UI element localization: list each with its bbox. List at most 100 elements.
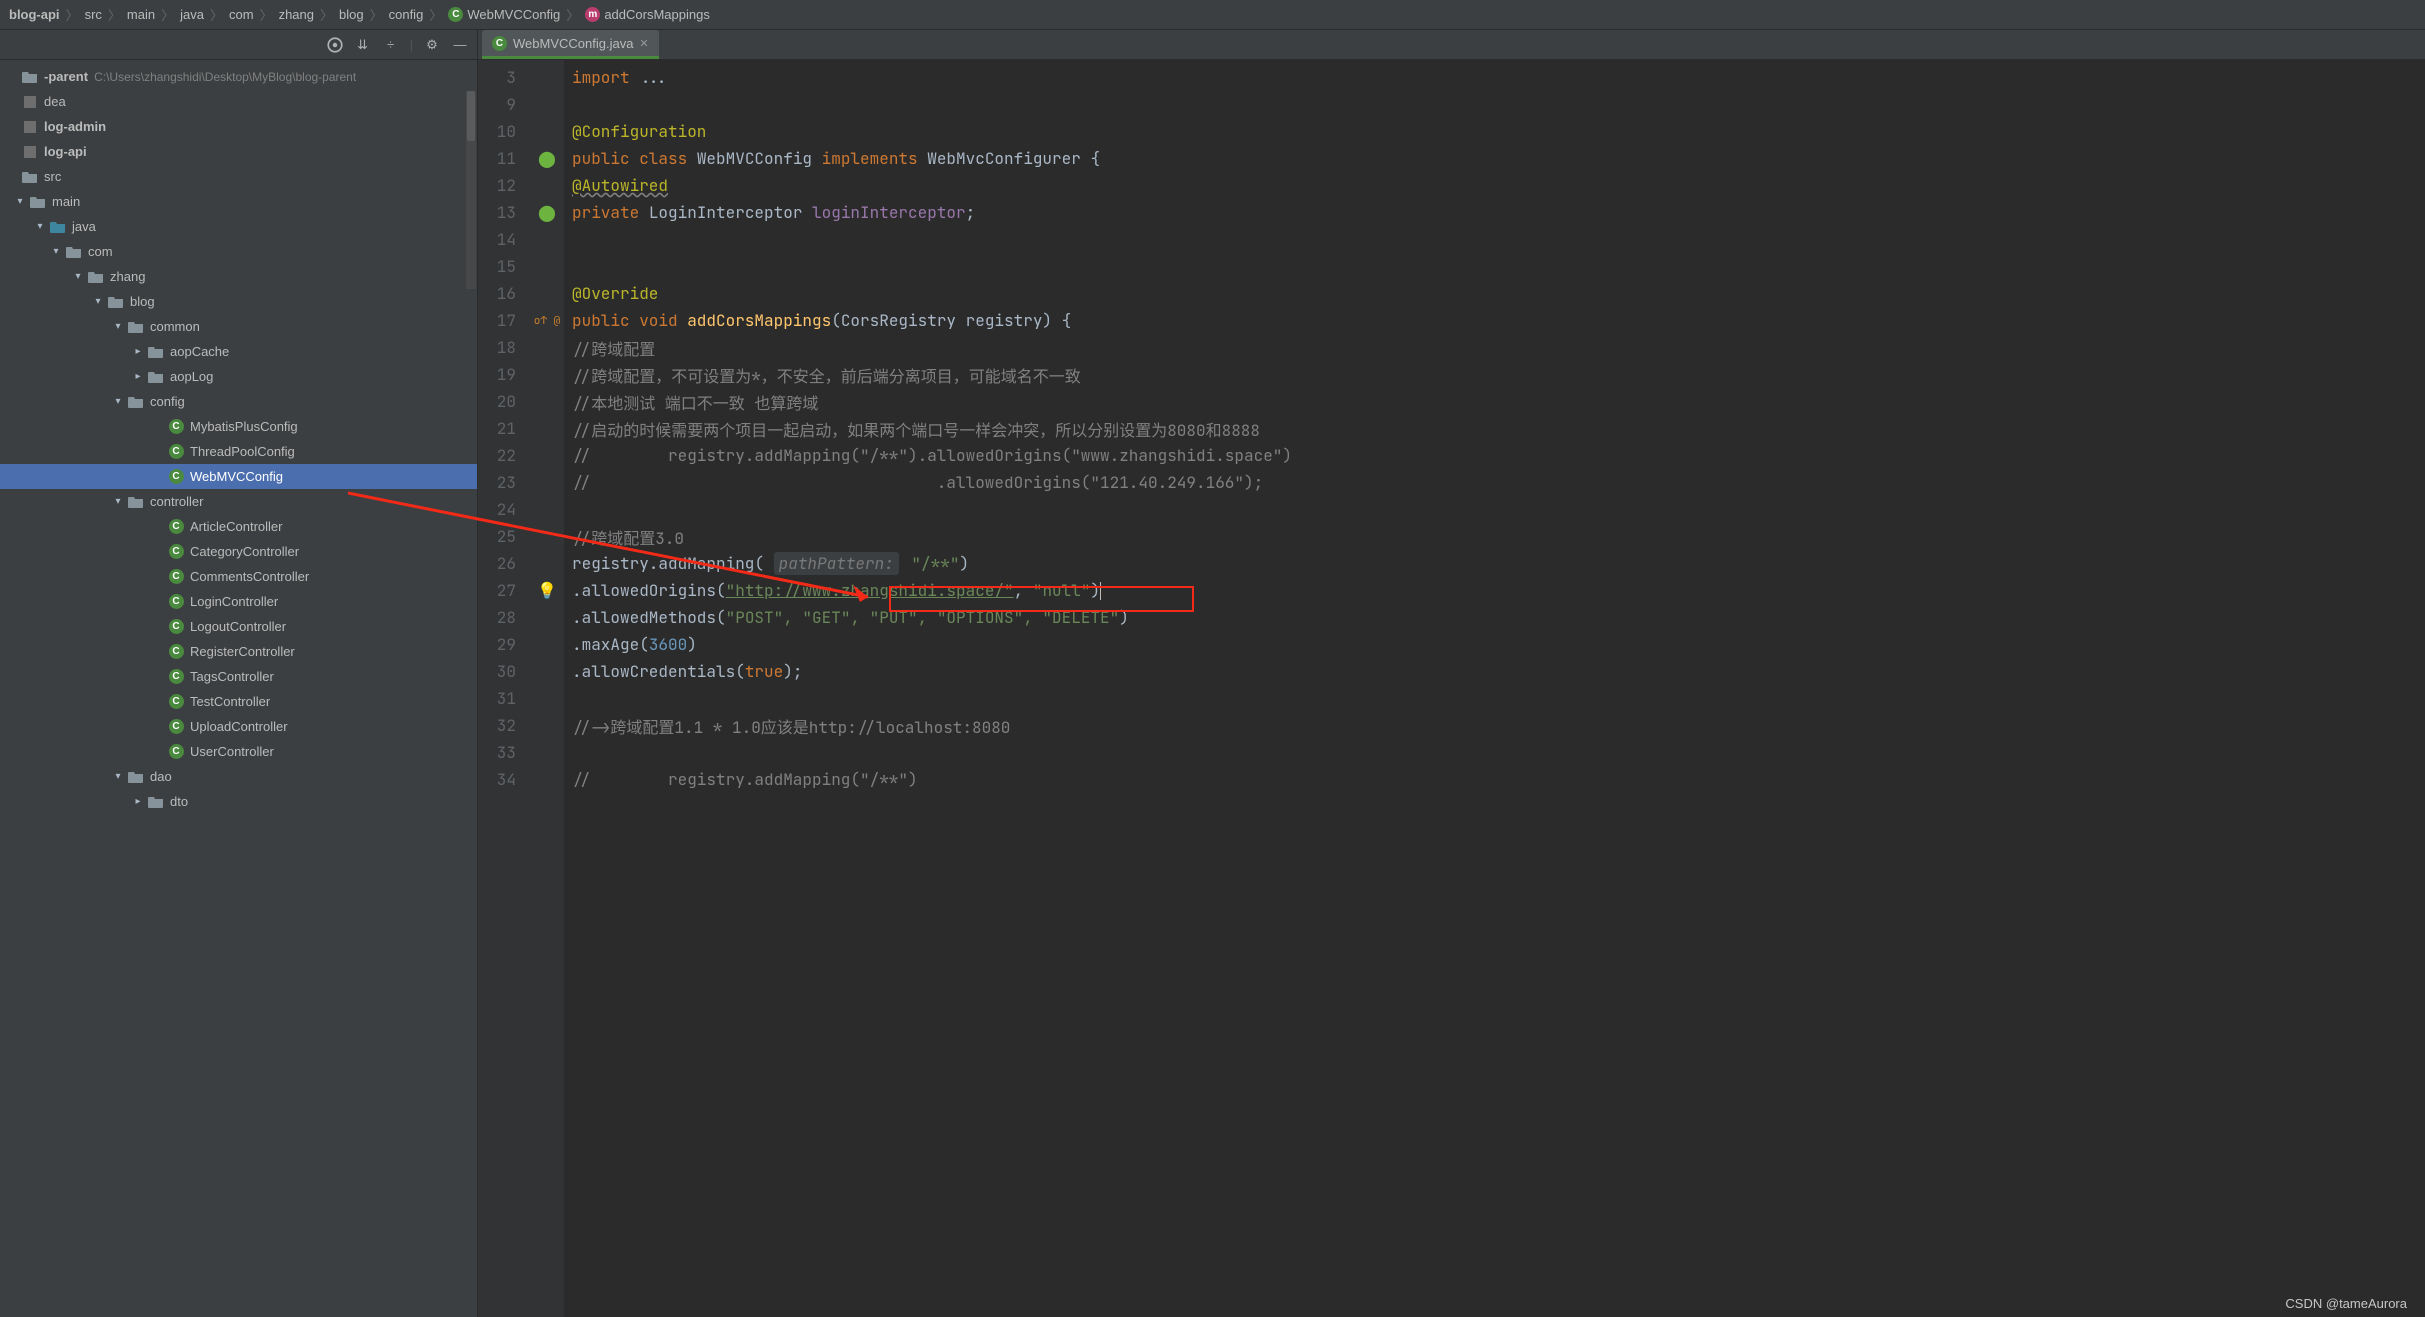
crumb[interactable]: blog-api [5,7,64,22]
tree-item[interactable]: CThreadPoolConfig [0,439,477,464]
code-line[interactable]: //启动的时候需要两个项目一起启动，如果两个端口号一样会冲突，所以分别设置为80… [572,415,2417,442]
code-line[interactable]: .allowCredentials(true); [572,658,2417,685]
crumb[interactable]: main [123,7,159,22]
expand-icon[interactable]: ⇊ [354,36,372,54]
gutter-blank [530,442,564,469]
tree-label: config [150,394,185,409]
tree-item[interactable]: ▾dao [0,764,477,789]
editor-tab[interactable]: C WebMVCConfig.java ✕ [482,30,659,59]
tree-item[interactable]: ▾java [0,214,477,239]
tree-item[interactable]: CLoginController [0,589,477,614]
tree-item[interactable]: CArticleController [0,514,477,539]
crumb-class[interactable]: CWebMVCConfig [444,7,564,22]
code-line[interactable]: registry.addMapping( pathPattern: "/**") [572,550,2417,577]
tree-item[interactable]: dea [0,89,477,114]
code-line[interactable]: // registry.addMapping("/**").allowedOri… [572,442,2417,469]
gutter-blank [530,496,564,523]
code-line[interactable]: public class WebMVCConfig implements Web… [572,145,2417,172]
gear-icon[interactable]: ⚙ [423,36,441,54]
tree-arrow-icon[interactable]: ▾ [14,196,26,207]
tree-item[interactable]: CUploadController [0,714,477,739]
code-line[interactable]: // registry.addMapping("/**") [572,766,2417,793]
editor-body[interactable]: 3910111213141516171819202122232425262728… [478,60,2425,1317]
code-line[interactable]: .allowedMethods("POST", "GET", "PUT", "O… [572,604,2417,631]
tree-item[interactable]: CCategoryController [0,539,477,564]
tree-item[interactable]: ▾ config [0,389,477,414]
crumb-method[interactable]: maddCorsMappings [581,7,714,22]
tree-item[interactable]: ▾zhang [0,264,477,289]
code-line[interactable] [572,739,2417,766]
code-line[interactable] [572,91,2417,118]
crumb[interactable]: config [385,7,428,22]
code-line[interactable]: @Override [572,280,2417,307]
tree-item[interactable]: ▾blog [0,289,477,314]
tree-item[interactable]: CUserController [0,739,477,764]
tree-item[interactable]: ▾com [0,239,477,264]
tree-label: aopLog [170,369,213,384]
tree-item[interactable]: src [0,164,477,189]
tree-arrow-icon[interactable]: ▾ [72,271,84,282]
scrollbar[interactable] [465,90,477,290]
folder-icon [128,319,144,335]
code-line[interactable]: //->跨域配置1.1 * 1.0应该是http://localhost:808… [572,712,2417,739]
tree-item[interactable]: ▾controller [0,489,477,514]
tree-item[interactable]: ▸aopCache [0,339,477,364]
code-line[interactable] [572,496,2417,523]
crumb[interactable]: zhang [275,7,318,22]
code-line[interactable]: @Configuration [572,118,2417,145]
tree-arrow-icon[interactable]: ▾ [112,396,124,407]
tree-item[interactable]: ▸dto [0,789,477,814]
crumb[interactable]: src [81,7,106,22]
code-line[interactable]: // .allowedOrigins("121.40.249.166"); [572,469,2417,496]
project-tree[interactable]: -parentC:\Users\zhangshidi\Desktop\MyBlo… [0,60,477,1317]
tree-arrow-icon[interactable]: ▸ [132,346,144,357]
gutter-blank [530,226,564,253]
target-icon[interactable] [326,36,344,54]
class-icon: C [492,36,507,51]
code-line[interactable]: .maxAge(3600) [572,631,2417,658]
tree-item[interactable]: ▾common [0,314,477,339]
tree-item[interactable]: CMybatisPlusConfig [0,414,477,439]
tree-arrow-icon[interactable]: ▾ [92,296,104,307]
breadcrumbs: blog-api〉 src〉 main〉 java〉 com〉 zhang〉 b… [0,0,2425,30]
code-line[interactable]: //本地测试 端口不一致 也算跨域 [572,388,2417,415]
tree-arrow-icon[interactable]: ▾ [112,771,124,782]
code-line[interactable]: import ... [572,64,2417,91]
tree-item[interactable]: -parentC:\Users\zhangshidi\Desktop\MyBlo… [0,64,477,89]
code-line[interactable] [572,226,2417,253]
code-line[interactable]: //跨域配置3.0 [572,523,2417,550]
crumb[interactable]: com [225,7,258,22]
code-line[interactable]: public void addCorsMappings(CorsRegistry… [572,307,2417,334]
tab-label: WebMVCConfig.java [513,36,633,51]
tree-item[interactable]: ▾main [0,189,477,214]
tree-item[interactable]: CRegisterController [0,639,477,664]
tree-arrow-icon[interactable]: ▾ [50,246,62,257]
code-area[interactable]: import ... @Configurationpublic class Web… [564,60,2425,1317]
code-line[interactable]: .allowedOrigins("http://www.zhangshidi.s… [572,577,2417,604]
code-line[interactable] [572,253,2417,280]
tree-arrow-icon[interactable]: ▸ [132,796,144,807]
code-line[interactable]: private LoginInterceptor loginIntercepto… [572,199,2417,226]
tree-arrow-icon[interactable]: ▾ [112,496,124,507]
tree-item[interactable]: ▸ aopLog [0,364,477,389]
tree-arrow-icon[interactable]: ▸ [132,371,144,382]
tree-item[interactable]: CCommentsController [0,564,477,589]
crumb[interactable]: java [176,7,208,22]
divider-icon[interactable]: ÷ [382,36,400,54]
line-number: 19 [486,361,516,388]
close-icon[interactable]: ✕ [639,37,648,50]
tree-item-selected[interactable]: CWebMVCConfig [0,464,477,489]
tree-item[interactable]: log-admin [0,114,477,139]
code-line[interactable] [572,685,2417,712]
crumb[interactable]: blog [335,7,368,22]
tree-arrow-icon[interactable]: ▾ [34,221,46,232]
minimize-icon[interactable]: — [451,36,469,54]
code-line[interactable]: //跨域配置，不可设置为*，不安全，前后端分离项目，可能域名不一致 [572,361,2417,388]
tree-item[interactable]: CTestController [0,689,477,714]
tree-arrow-icon[interactable]: ▾ [112,321,124,332]
tree-item[interactable]: CTagsController [0,664,477,689]
code-line[interactable]: @Autowired [572,172,2417,199]
tree-item[interactable]: log-api [0,139,477,164]
code-line[interactable]: //跨域配置 [572,334,2417,361]
tree-item[interactable]: CLogoutController [0,614,477,639]
